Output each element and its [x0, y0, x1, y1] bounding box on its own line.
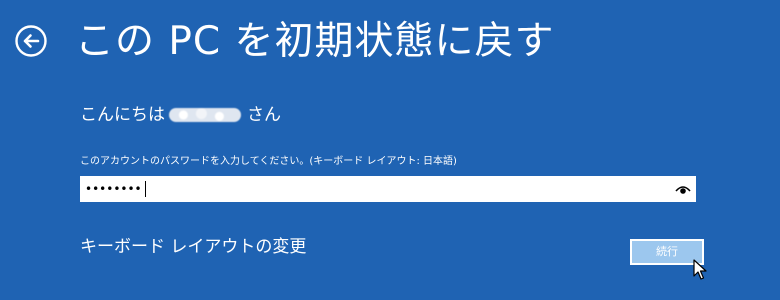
back-button[interactable] — [15, 25, 47, 57]
password-value: •••••••• — [85, 182, 142, 196]
back-arrow-circle-icon — [15, 25, 47, 57]
password-label: このアカウントのパスワードを入力してください。(キーボード レイアウト: 日本語… — [80, 156, 457, 167]
continue-button[interactable]: 続行 — [630, 239, 704, 265]
change-keyboard-layout-link[interactable]: キーボード レイアウトの変更 — [80, 234, 306, 260]
reveal-password-button[interactable] — [674, 180, 692, 198]
page-title: この PC を初期状態に戻す — [75, 19, 555, 64]
greeting: こんにちは さん — [80, 101, 281, 129]
password-field[interactable]: •••••••• — [80, 176, 696, 202]
text-caret — [145, 181, 146, 197]
redacted-user-name — [169, 108, 241, 122]
eye-icon — [675, 186, 691, 194]
greeting-prefix: こんにちは — [80, 105, 165, 125]
greeting-suffix: さん — [247, 105, 281, 125]
